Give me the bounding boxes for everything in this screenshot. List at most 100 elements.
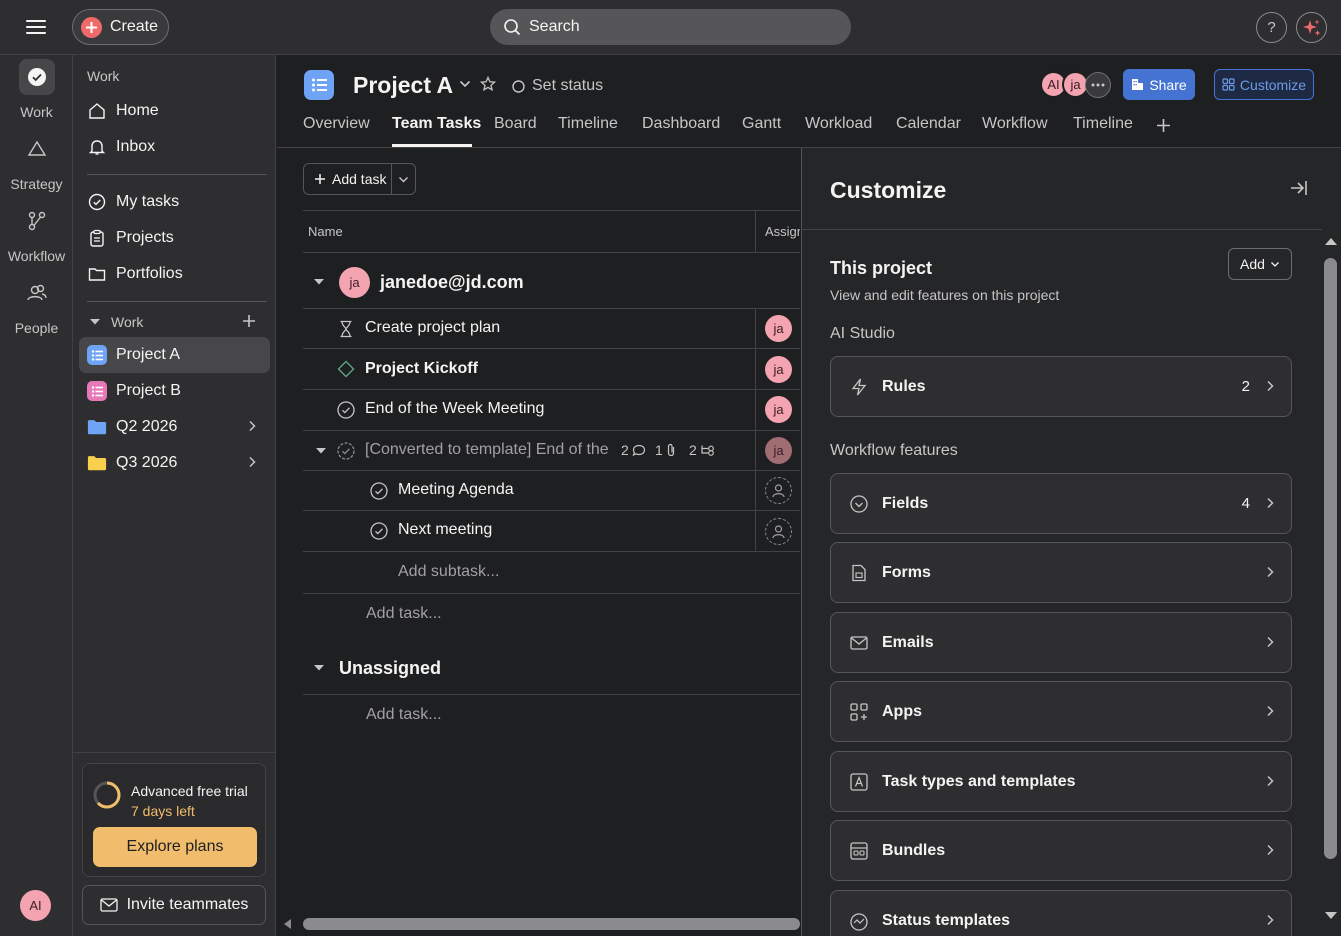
tab-dashboard[interactable]: Dashboard (642, 115, 720, 133)
caret-down-icon[interactable] (313, 278, 325, 286)
panel-add-button[interactable]: Add (1228, 248, 1292, 280)
sidebar-item-inbox[interactable]: Inbox (79, 129, 270, 165)
section-title[interactable]: Unassigned (339, 658, 441, 679)
ai-sparkle-icon[interactable] (1296, 12, 1327, 43)
tab-overview[interactable]: Overview (303, 115, 370, 133)
sidebar-divider (87, 301, 267, 302)
rail-item-work[interactable]: Work (0, 59, 73, 120)
work-section-toggle[interactable]: Work (89, 314, 143, 330)
rail-label-work: Work (20, 104, 53, 120)
search-input[interactable]: Search (490, 9, 851, 45)
subtask-count[interactable]: 2 (689, 442, 715, 458)
table-row[interactable]: End of the Week Meeting (303, 390, 755, 430)
tab-workflow[interactable]: Workflow (982, 115, 1048, 133)
check-circle-icon[interactable] (337, 401, 355, 419)
sidebar-item-project-a[interactable]: Project A (79, 337, 270, 373)
chevron-right-icon[interactable] (248, 456, 256, 468)
section-avatar: ja (339, 267, 370, 298)
add-subtask-link[interactable]: Add subtask... (398, 563, 499, 581)
tab-gantt[interactable]: Gantt (742, 115, 781, 133)
project-title[interactable]: Project A (353, 72, 453, 99)
caret-down-icon[interactable] (315, 447, 327, 455)
caret-down-icon[interactable] (313, 664, 325, 672)
feature-card-rules[interactable]: Rules 2 (830, 356, 1292, 417)
more-members-icon[interactable] (1085, 72, 1111, 98)
sidebar-item-portfolios[interactable]: Portfolios (79, 256, 270, 292)
assignee-avatar[interactable]: ja (765, 396, 792, 423)
add-task-button[interactable]: Add task (303, 163, 416, 195)
hamburger-menu-icon[interactable] (24, 16, 48, 38)
rail-item-workflow[interactable]: Workflow (0, 203, 73, 264)
set-status-button[interactable]: Set status (512, 77, 603, 95)
empty-assignee-icon[interactable] (765, 477, 792, 504)
feature-card-bundles[interactable]: Bundles (830, 820, 1292, 881)
star-icon[interactable] (480, 76, 496, 92)
comment-count[interactable]: 2 (621, 442, 646, 458)
feature-card-status-templates[interactable]: Status templates (830, 890, 1292, 936)
feature-card-forms[interactable]: Forms (830, 542, 1292, 603)
sidebar-item-my-tasks[interactable]: My tasks (79, 184, 270, 220)
assignee-avatar[interactable]: ja (765, 315, 792, 342)
list-item[interactable]: Meeting Agenda (303, 471, 755, 511)
panel-divider (802, 229, 1322, 230)
user-avatar[interactable]: AI (20, 890, 51, 921)
horizontal-scrollbar-thumb[interactable] (303, 918, 800, 930)
sidebar-item-q2-2026[interactable]: Q2 2026 (79, 409, 270, 445)
sidebar-item-q3-2026[interactable]: Q3 2026 (79, 445, 270, 481)
create-button[interactable]: Create (72, 9, 169, 45)
share-button[interactable]: Share (1123, 69, 1195, 100)
check-circle-icon (18, 59, 55, 95)
help-button[interactable]: ? (1256, 12, 1287, 43)
empty-assignee-icon[interactable] (765, 518, 792, 545)
table-row[interactable]: Project Kickoff (303, 349, 755, 389)
feature-label: Forms (882, 563, 931, 581)
feature-card-emails[interactable]: Emails (830, 612, 1292, 673)
diamond-icon[interactable] (337, 360, 355, 378)
feature-card-fields[interactable]: Fields 4 (830, 473, 1292, 534)
tab-timeline-2[interactable]: Timeline (1073, 115, 1133, 133)
feature-card-task-types[interactable]: Task types and templates (830, 751, 1292, 812)
section-title[interactable]: janedoe@jd.com (380, 272, 524, 293)
task-name: End of the Week Meeting (365, 400, 545, 417)
column-header-name[interactable]: Name (308, 224, 343, 239)
check-circle-icon[interactable] (337, 442, 355, 460)
customize-button[interactable]: Customize (1214, 69, 1314, 100)
check-circle-icon[interactable] (370, 522, 388, 540)
scroll-down-arrow-icon[interactable] (1324, 911, 1338, 921)
rail-item-strategy[interactable]: Strategy (0, 131, 73, 192)
invite-teammates-button[interactable]: Invite teammates (82, 885, 266, 925)
assignee-avatar[interactable]: ja (765, 356, 792, 383)
collapse-panel-icon[interactable] (1289, 179, 1309, 197)
tab-calendar[interactable]: Calendar (896, 115, 961, 133)
add-tab-icon[interactable] (1156, 118, 1171, 133)
sidebar-item-project-b[interactable]: Project B (79, 373, 270, 409)
list-item[interactable]: Next meeting (303, 511, 755, 551)
set-status-label: Set status (532, 77, 604, 94)
add-task-link[interactable]: Add task... (366, 605, 442, 623)
scroll-left-arrow-icon[interactable] (282, 918, 292, 930)
add-task-link[interactable]: Add task... (366, 706, 442, 724)
chevron-down-icon[interactable] (392, 176, 415, 183)
explore-plans-button[interactable]: Explore plans (93, 827, 257, 867)
table-row[interactable]: Create project plan (303, 309, 755, 349)
add-icon[interactable] (242, 314, 256, 328)
vertical-scrollbar-thumb[interactable] (1324, 258, 1337, 859)
rail-item-people[interactable]: People (0, 275, 73, 336)
hourglass-icon[interactable] (337, 320, 355, 338)
chevron-right-icon[interactable] (248, 420, 256, 432)
column-header-assignee[interactable]: Assign (765, 224, 800, 239)
sidebar-item-projects[interactable]: Projects (79, 220, 270, 256)
check-circle-icon[interactable] (370, 482, 388, 500)
tab-team-tasks[interactable]: Team Tasks (392, 115, 481, 133)
chevron-down-icon[interactable] (459, 80, 471, 88)
assignee-avatar[interactable]: ja (765, 437, 792, 464)
tab-board[interactable]: Board (494, 115, 537, 133)
scroll-up-arrow-icon[interactable] (1324, 236, 1338, 246)
table-row[interactable]: [Converted to template] End of the 2 1 2 (303, 431, 755, 471)
sidebar-item-home[interactable]: Home (79, 93, 270, 129)
attachment-count[interactable]: 1 (655, 442, 676, 458)
add-task-main[interactable]: Add task (304, 164, 392, 194)
tab-timeline[interactable]: Timeline (558, 115, 618, 133)
feature-card-apps[interactable]: Apps (830, 681, 1292, 742)
tab-workload[interactable]: Workload (805, 115, 872, 133)
